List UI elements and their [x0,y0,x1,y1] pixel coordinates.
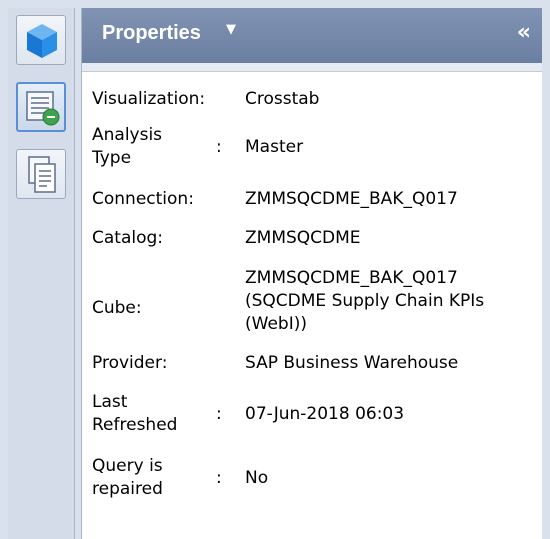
properties-icon [26,91,60,126]
app-frame: Properties ▼ « Visualization: Crosstab A… [0,0,550,539]
prop-label-line-1: Query is [92,456,163,476]
prop-value: Master [245,137,304,157]
prop-label-line-1: Last [92,392,128,412]
properties-panel: Properties ▼ « Visualization: Crosstab A… [81,8,542,539]
prop-catalog: Catalog: ZMMSQCDME [92,221,532,263]
prop-analysis-type: Analysis Type : Master [92,122,532,184]
prop-label: Catalog: [92,228,164,248]
prop-colon: : [216,468,222,488]
left-toolbar-strip [8,8,75,539]
prop-connection: Connection: ZMMSQCDME_BAK_Q017 [92,184,532,221]
prop-label-line-2: Type [92,148,132,168]
properties-button[interactable] [16,82,66,132]
documents-button[interactable] [16,149,66,199]
prop-colon: : [216,404,222,424]
prop-last-refreshed: Last Refreshed : 07-Jun-2018 06:03 [92,391,532,453]
prop-value: SAP Business Warehouse [245,353,459,373]
documents-icon [28,156,56,193]
properties-list: Visualization: Crosstab Analysis Type : … [92,78,532,513]
cube-button[interactable] [16,15,66,65]
prop-label: Visualization: [92,89,206,109]
prop-value: ZMMSQCDME_BAK_Q017 [245,189,458,209]
prop-value: ZMMSQCDME [245,228,361,248]
panel-title[interactable]: Properties [102,22,201,45]
prop-label-line-2: repaired [92,479,163,499]
prop-value-line-3: (WebI)) [245,314,307,334]
header-divider [82,63,542,72]
chevron-down-icon[interactable]: ▼ [226,22,236,37]
prop-provider: Provider: SAP Business Warehouse [92,347,532,391]
prop-label-line-2: Refreshed [92,415,178,435]
prop-value-line-2: (SQCDME Supply Chain KPIs [245,291,485,311]
prop-value: Crosstab [245,89,320,109]
prop-label: Provider: [92,353,168,373]
prop-cube: Cube: ZMMSQCDME_BAK_Q017 (SQCDME Supply … [92,263,532,347]
prop-label-line-1: Analysis [92,125,163,145]
prop-label: Cube: [92,298,142,318]
collapse-panel-button[interactable]: « [517,20,531,45]
prop-query-repaired: Query is repaired : No [92,453,532,513]
prop-value-line-1: ZMMSQCDME_BAK_Q017 [245,268,458,288]
prop-value: No [245,468,269,488]
prop-label: Connection: [92,189,194,209]
prop-visualization: Visualization: Crosstab [92,78,532,122]
prop-value: 07-Jun-2018 06:03 [245,404,405,424]
cube-icon [27,24,57,58]
panel-header: Properties ▼ « [82,8,542,63]
prop-colon: : [216,137,222,157]
